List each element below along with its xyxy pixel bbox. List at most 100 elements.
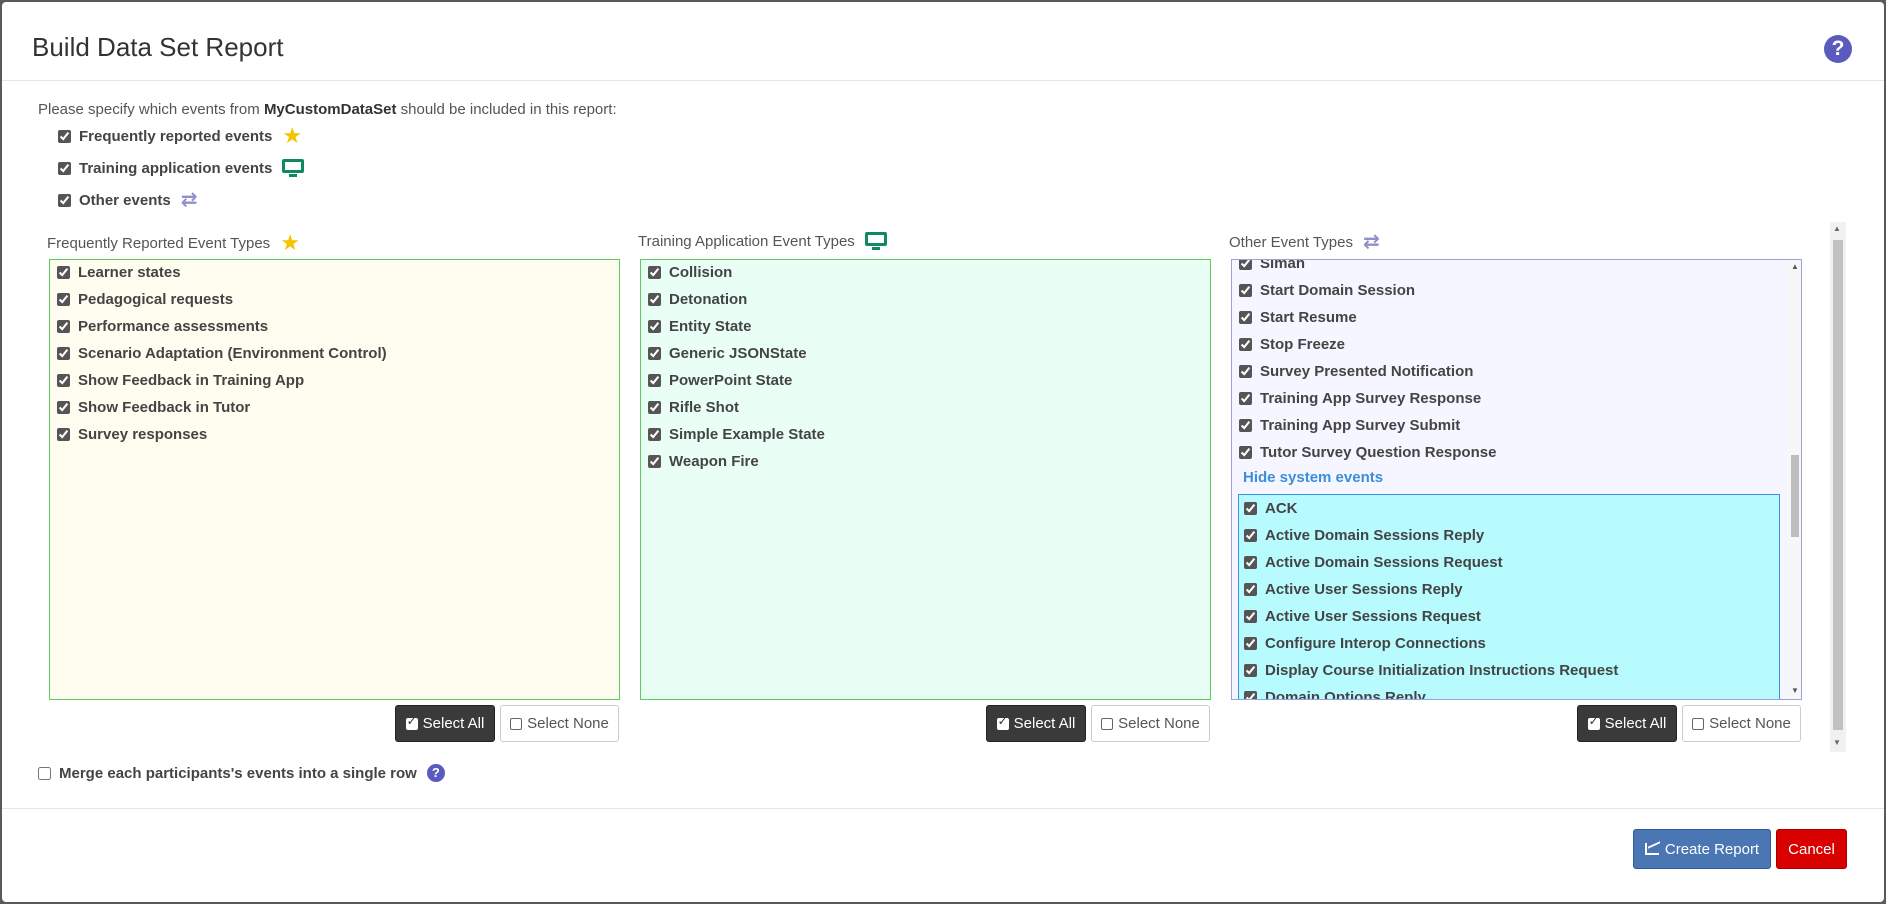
frequent-events-list[interactable]: Learner states Pedagogical requests Perf… xyxy=(49,259,620,700)
list-item[interactable]: Domain Options Reply xyxy=(1244,686,1426,699)
list-item[interactable]: Rifle Shot xyxy=(648,396,739,418)
item-checkbox[interactable] xyxy=(648,292,661,306)
item-checkbox[interactable] xyxy=(1244,501,1257,515)
frequent-events-checkbox[interactable] xyxy=(58,129,71,143)
frequent-events-option[interactable]: Frequently reported events ★ xyxy=(58,125,302,147)
list-item[interactable]: Active Domain Sessions Request xyxy=(1244,551,1503,573)
merge-checkbox[interactable] xyxy=(38,766,51,780)
list-item[interactable]: Display Course Initialization Instructio… xyxy=(1244,659,1618,681)
item-checkbox[interactable] xyxy=(1244,582,1257,596)
item-label: Simple Example State xyxy=(669,425,825,443)
cancel-button[interactable]: Cancel xyxy=(1776,829,1847,869)
item-checkbox[interactable] xyxy=(648,454,661,468)
item-checkbox[interactable] xyxy=(648,319,661,333)
other-events-option[interactable]: Other events ⇄ xyxy=(58,189,197,211)
dialog-title: Build Data Set Report xyxy=(32,32,284,62)
frequent-select-all-button[interactable]: Select All xyxy=(395,705,495,742)
item-checkbox[interactable] xyxy=(1244,690,1257,699)
other-events-checkbox[interactable] xyxy=(58,193,71,207)
list-item[interactable]: Survey responses xyxy=(57,423,207,445)
item-checkbox[interactable] xyxy=(1239,283,1252,297)
list-item[interactable]: Scenario Adaptation (Environment Control… xyxy=(57,342,387,364)
merge-label: Merge each participants's events into a … xyxy=(59,764,417,782)
hide-system-events-link[interactable]: Hide system events xyxy=(1243,469,1383,486)
question-circle-icon[interactable]: ? xyxy=(1824,35,1852,63)
item-checkbox[interactable] xyxy=(57,319,70,333)
item-checkbox[interactable] xyxy=(57,292,70,306)
training-events-list[interactable]: Collision Detonation Entity State Generi… xyxy=(640,259,1211,700)
list-item[interactable]: Collision xyxy=(648,261,732,283)
training-app-events-checkbox[interactable] xyxy=(58,161,71,175)
item-checkbox[interactable] xyxy=(1239,260,1252,270)
item-label: Collision xyxy=(669,263,733,281)
create-report-button[interactable]: Create Report xyxy=(1633,829,1771,869)
list-item[interactable]: Show Feedback in Tutor xyxy=(57,396,250,418)
item-checkbox[interactable] xyxy=(1239,391,1252,405)
select-all-label: Select All xyxy=(1013,715,1076,732)
empty-box-icon xyxy=(1101,717,1114,730)
list-item[interactable]: Show Feedback in Training App xyxy=(57,369,304,391)
item-checkbox[interactable] xyxy=(1244,663,1257,677)
item-checkbox[interactable] xyxy=(57,265,70,279)
other-select-none-button[interactable]: Select None xyxy=(1682,705,1801,742)
dialog-scrollbar[interactable]: ▲ ▼ xyxy=(1830,222,1846,752)
item-label: ACK xyxy=(1265,499,1298,517)
list-item[interactable]: Start Resume xyxy=(1239,306,1357,328)
item-label: Active Domain Sessions Reply xyxy=(1265,526,1485,544)
question-circle-icon[interactable]: ? xyxy=(426,764,445,782)
list-item[interactable]: ACK xyxy=(1244,497,1298,519)
merge-option[interactable]: Merge each participants's events into a … xyxy=(38,762,445,784)
list-item[interactable]: Active Domain Sessions Reply xyxy=(1244,524,1484,546)
list-item[interactable]: Tutor Survey Question Response xyxy=(1239,441,1496,463)
item-checkbox[interactable] xyxy=(1239,337,1252,351)
intro-prefix: Please specify which events from xyxy=(38,101,264,118)
list-item[interactable]: Training App Survey Response xyxy=(1239,387,1481,409)
system-events-list[interactable]: ACK Active Domain Sessions Reply Active … xyxy=(1238,494,1780,699)
item-checkbox[interactable] xyxy=(1244,636,1257,650)
list-item[interactable]: Training App Survey Submit xyxy=(1239,414,1460,436)
item-label: Weapon Fire xyxy=(669,452,759,470)
list-item[interactable]: Start Domain Session xyxy=(1239,279,1415,301)
list-item[interactable]: Active User Sessions Request xyxy=(1244,605,1481,627)
frequent-select-none-button[interactable]: Select None xyxy=(500,705,619,742)
other-events-scrollbar[interactable]: ▲ ▼ xyxy=(1788,260,1801,699)
item-checkbox[interactable] xyxy=(57,400,70,414)
list-item[interactable]: Simple Example State xyxy=(648,423,825,445)
list-item[interactable]: Pedagogical requests xyxy=(57,288,233,310)
list-item[interactable]: Active User Sessions Reply xyxy=(1244,578,1463,600)
item-checkbox[interactable] xyxy=(1244,528,1257,542)
list-item[interactable]: Performance assessments xyxy=(57,315,268,337)
list-item[interactable]: Survey Presented Notification xyxy=(1239,360,1473,382)
list-item[interactable]: Generic JSONState xyxy=(648,342,807,364)
list-item[interactable]: Entity State xyxy=(648,315,752,337)
item-checkbox[interactable] xyxy=(648,346,661,360)
training-app-events-option[interactable]: Training application events xyxy=(58,157,305,179)
item-label: Display Course Initialization Instructio… xyxy=(1265,661,1619,679)
item-checkbox[interactable] xyxy=(1239,445,1252,459)
item-checkbox[interactable] xyxy=(648,427,661,441)
list-item[interactable]: Stop Freeze xyxy=(1239,333,1345,355)
item-label: Start Domain Session xyxy=(1260,281,1416,299)
item-checkbox[interactable] xyxy=(648,400,661,414)
item-checkbox[interactable] xyxy=(1239,310,1252,324)
item-checkbox[interactable] xyxy=(1244,555,1257,569)
item-checkbox[interactable] xyxy=(1244,609,1257,623)
list-item[interactable]: PowerPoint State xyxy=(648,369,792,391)
list-item[interactable]: Detonation xyxy=(648,288,747,310)
item-checkbox[interactable] xyxy=(57,373,70,387)
list-item[interactable]: Siman xyxy=(1239,260,1305,274)
list-item[interactable]: Configure Interop Connections xyxy=(1244,632,1486,654)
other-select-all-button[interactable]: Select All xyxy=(1577,705,1677,742)
item-checkbox[interactable] xyxy=(1239,364,1252,378)
list-item[interactable]: Weapon Fire xyxy=(648,450,759,472)
item-checkbox[interactable] xyxy=(57,346,70,360)
training-select-none-button[interactable]: Select None xyxy=(1091,705,1210,742)
training-select-all-button[interactable]: Select All xyxy=(986,705,1086,742)
item-checkbox[interactable] xyxy=(648,373,661,387)
item-checkbox[interactable] xyxy=(57,427,70,441)
item-checkbox[interactable] xyxy=(648,265,661,279)
other-events-list[interactable]: Siman Start Domain Session Start Resume … xyxy=(1231,259,1802,700)
list-item[interactable]: Learner states xyxy=(57,261,181,283)
item-checkbox[interactable] xyxy=(1239,418,1252,432)
item-label: Detonation xyxy=(669,290,748,308)
